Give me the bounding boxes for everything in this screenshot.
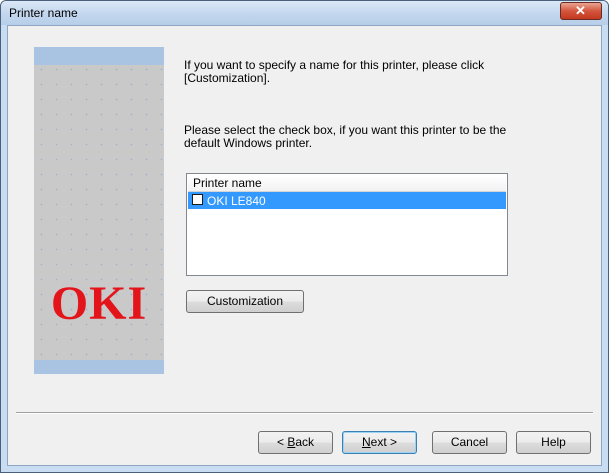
cancel-button[interactable]: Cancel (432, 431, 507, 454)
customization-instruction: If you want to specify a name for this p… (184, 58, 485, 85)
printer-list-item[interactable]: OKI LE840 (188, 192, 506, 209)
footer-separator (16, 412, 593, 414)
oki-banner: OKI (34, 47, 164, 374)
back-button[interactable]: < Back (258, 431, 333, 454)
close-icon: ✕ (575, 3, 586, 18)
printer-list-header[interactable]: Printer name (188, 175, 506, 192)
default-printer-instruction: Please select the check box, if you want… (184, 123, 507, 150)
printer-item-label: OKI LE840 (207, 194, 266, 208)
default-printer-checkbox[interactable] (192, 194, 203, 205)
help-button[interactable]: Help (516, 431, 591, 454)
banner-bottom-strip (34, 360, 164, 374)
printer-name-column-header: Printer name (193, 176, 262, 190)
printer-list[interactable]: Printer name OKI LE840 (186, 173, 508, 276)
next-accelerator: N (361, 435, 371, 449)
next-label: ext > (370, 435, 398, 449)
title-bar[interactable]: Printer name ✕ (1, 1, 608, 25)
close-button[interactable]: ✕ (560, 2, 602, 20)
back-label: ack (295, 435, 315, 449)
oki-logo: OKI (50, 277, 148, 330)
dialog-body: OKI If you want to specify a name for th… (7, 25, 602, 466)
banner-top-strip (34, 47, 164, 65)
customization-button[interactable]: Customization (186, 290, 304, 313)
next-button[interactable]: Next > (342, 431, 417, 454)
printer-name-dialog: Printer name ✕ OKI If you want to specif… (0, 0, 609, 473)
window-title: Printer name (9, 6, 78, 20)
